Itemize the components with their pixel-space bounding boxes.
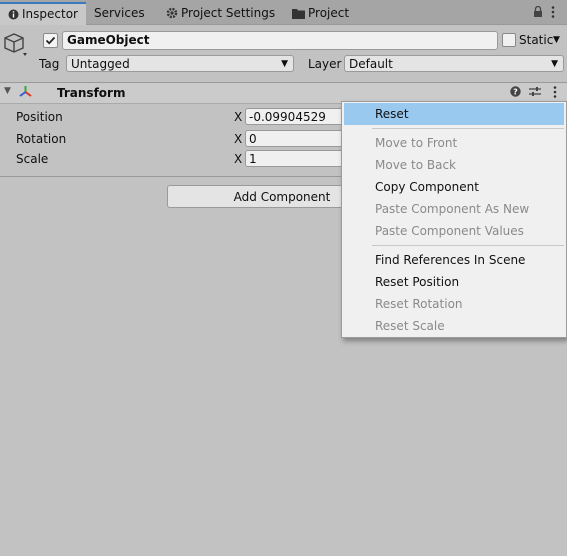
tab-project[interactable]: Project bbox=[284, 3, 357, 24]
position-x-input[interactable]: -0.09904529 bbox=[245, 108, 345, 125]
static-label: Static bbox=[519, 33, 554, 47]
tab-label: Inspector bbox=[22, 7, 78, 21]
tab-inspector[interactable]: Inspector bbox=[0, 2, 86, 25]
rotation-x-input[interactable]: 0 bbox=[245, 130, 345, 147]
menu-item-paste-component-as-new: Paste Component As New bbox=[375, 202, 530, 216]
layer-dropdown[interactable]: Default ▼ bbox=[344, 55, 564, 72]
tab-label: Project bbox=[308, 6, 350, 20]
axis-x-label[interactable]: X bbox=[234, 151, 242, 167]
layer-value: Default bbox=[349, 57, 393, 71]
component-kebab-icon[interactable] bbox=[553, 86, 557, 98]
chevron-down-icon: ▼ bbox=[281, 59, 288, 69]
info-icon bbox=[8, 9, 19, 20]
menu-separator bbox=[372, 128, 564, 129]
gameobject-name-field[interactable]: GameObject bbox=[62, 31, 498, 50]
scale-label: Scale bbox=[16, 152, 49, 166]
gameobject-cube-icon[interactable] bbox=[4, 32, 32, 62]
tab-services[interactable]: Services bbox=[86, 3, 153, 24]
preset-icon[interactable] bbox=[529, 86, 541, 97]
lock-icon[interactable] bbox=[533, 6, 543, 17]
active-checkbox[interactable] bbox=[43, 33, 58, 48]
checkmark-icon bbox=[45, 36, 56, 45]
tag-value: Untagged bbox=[71, 57, 130, 71]
context-menu: Reset Move to Front Move to Back Copy Co… bbox=[341, 101, 567, 338]
menu-item-copy-component[interactable]: Copy Component bbox=[344, 176, 564, 198]
tag-label: Tag bbox=[39, 57, 60, 71]
folder-icon bbox=[292, 9, 305, 19]
help-icon[interactable]: ? bbox=[510, 86, 521, 97]
transform-axes-icon bbox=[19, 86, 32, 97]
tab-project-settings[interactable]: Project Settings bbox=[158, 3, 283, 24]
scale-x-input[interactable]: 1 bbox=[245, 150, 345, 167]
menu-item-reset-rotation: Reset Rotation bbox=[375, 297, 463, 311]
tab-label: Project Settings bbox=[181, 6, 276, 20]
menu-item-find-references[interactable]: Find References In Scene bbox=[344, 249, 564, 271]
rotation-label: Rotation bbox=[16, 132, 67, 146]
axis-x-label[interactable]: X bbox=[234, 131, 242, 147]
menu-item-reset-position[interactable]: Reset Position bbox=[344, 271, 564, 293]
gear-icon bbox=[166, 7, 178, 19]
chevron-down-icon: ▼ bbox=[551, 59, 558, 69]
static-dropdown-arrow[interactable]: ▼ bbox=[553, 32, 560, 48]
tab-label: Services bbox=[94, 6, 145, 20]
axis-x-label[interactable]: X bbox=[234, 109, 242, 125]
tab-bar: Inspector Services Project Settings Proj… bbox=[0, 0, 567, 25]
component-title: Transform bbox=[57, 86, 126, 100]
menu-item-reset-scale: Reset Scale bbox=[375, 319, 445, 333]
svg-text:?: ? bbox=[513, 88, 518, 97]
static-checkbox[interactable] bbox=[502, 33, 516, 47]
menu-item-move-to-front: Move to Front bbox=[375, 136, 458, 150]
menu-separator bbox=[372, 245, 564, 246]
menu-item-paste-component-values: Paste Component Values bbox=[375, 224, 524, 238]
layer-label: Layer bbox=[308, 57, 342, 71]
tag-dropdown[interactable]: Untagged ▼ bbox=[66, 55, 294, 72]
foldout-arrow-icon[interactable]: ▼ bbox=[4, 86, 11, 96]
kebab-menu-icon[interactable] bbox=[551, 6, 555, 18]
position-label: Position bbox=[16, 110, 63, 124]
menu-item-reset[interactable]: Reset bbox=[344, 103, 564, 125]
menu-item-move-to-back: Move to Back bbox=[375, 158, 456, 172]
